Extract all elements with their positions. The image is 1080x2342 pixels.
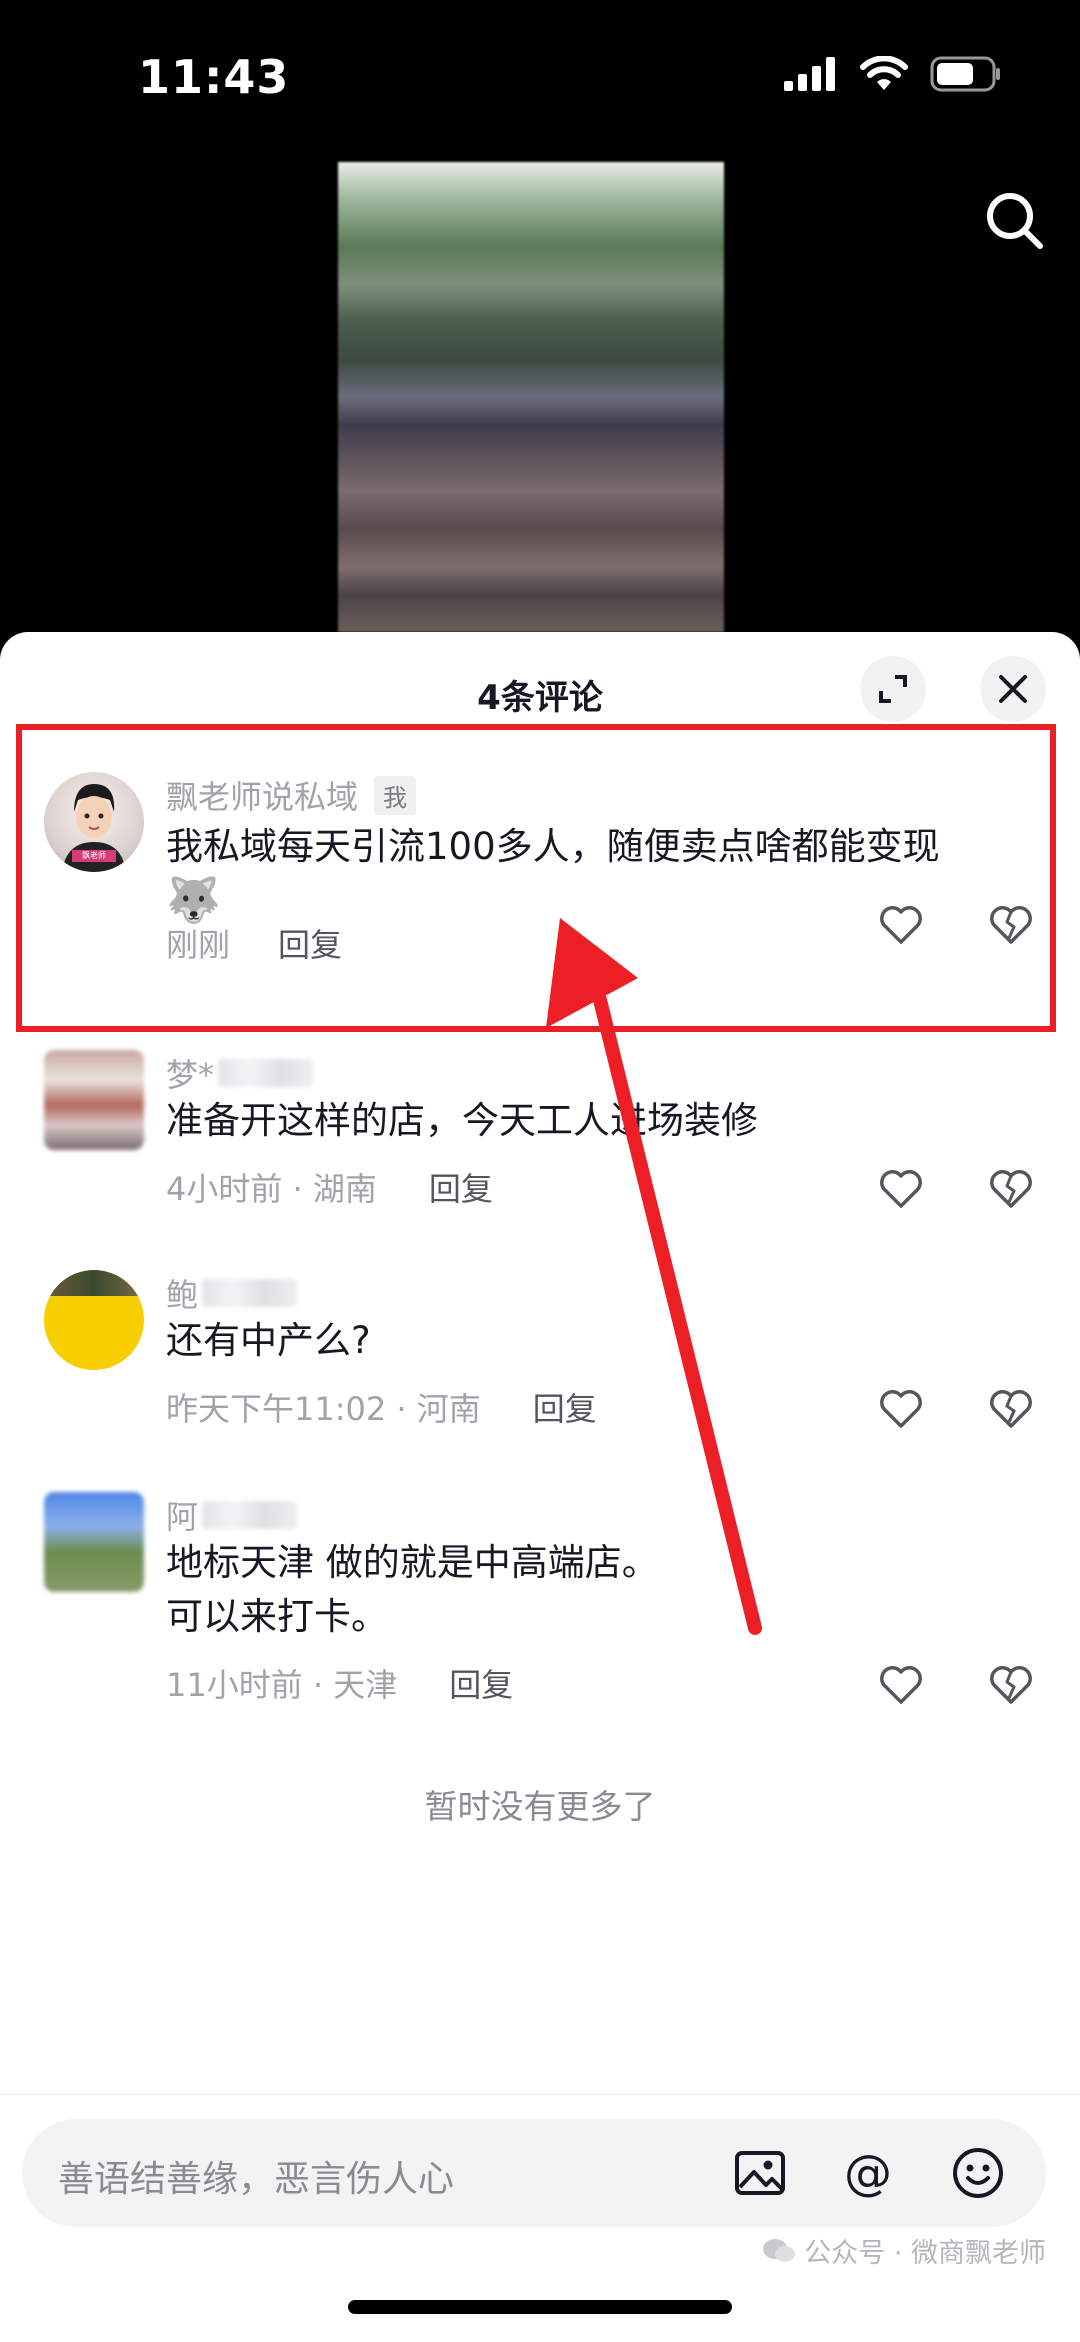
wechat-icon	[763, 2238, 796, 2262]
dislike-broken-heart-icon[interactable]	[986, 1660, 1036, 1710]
blurred-username	[202, 1501, 298, 1529]
username-text[interactable]: 梦*	[166, 1050, 214, 1096]
wifi-icon	[860, 56, 908, 90]
comment-input-placeholder: 善语结善缘，恶言伤人心	[58, 2159, 455, 2200]
comment-text-line: 地标天津 做的就是中高端店。	[166, 1541, 659, 1584]
no-more-comments: 暂时没有更多了	[424, 1787, 656, 1826]
status-icons	[784, 56, 1002, 92]
battery-icon	[930, 56, 1000, 92]
blurred-username	[202, 1279, 298, 1307]
comment-username[interactable]: 梦*	[166, 1050, 314, 1096]
reply-button[interactable]: 回复	[429, 1164, 493, 1210]
comment-text: 地标天津 做的就是中高端店。 可以来打卡。	[166, 1536, 1046, 1644]
comment-text-line: 可以来打卡。	[166, 1595, 388, 1638]
expand-button[interactable]	[860, 656, 926, 722]
search-button[interactable]	[980, 186, 1050, 256]
avatar[interactable]	[44, 1492, 144, 1592]
comment-meta: 昨天下午11:02 · 河南 回复	[166, 1384, 597, 1430]
dislike-broken-heart-icon[interactable]	[986, 1384, 1036, 1434]
expand-icon	[879, 675, 907, 703]
comment-text: 还有中产么?	[166, 1319, 371, 1362]
status-time: 11:43	[138, 50, 290, 104]
username-text[interactable]: 鲍	[166, 1270, 198, 1316]
reply-button[interactable]: 回复	[449, 1660, 513, 1706]
status-bar: 11:43	[0, 0, 1080, 150]
signal-icon	[784, 57, 835, 91]
search-icon	[987, 193, 1043, 249]
comment-username[interactable]: 阿	[166, 1492, 298, 1538]
comment-input[interactable]: 善语结善缘，恶言伤人心 @	[22, 2119, 1046, 2227]
avatar[interactable]	[44, 1050, 144, 1150]
avatar[interactable]	[44, 1270, 144, 1370]
svg-text:@: @	[844, 2145, 892, 2201]
like-heart-icon[interactable]	[876, 1164, 926, 1214]
avatar-top-strip	[44, 1270, 144, 1296]
comment-time: 4小时前 · 湖南	[166, 1170, 377, 1208]
comment-text: 准备开这样的店，今天工人进场装修	[166, 1099, 758, 1142]
reply-button[interactable]: 回复	[533, 1384, 597, 1430]
mention-icon[interactable]: @	[840, 2145, 896, 2201]
image-icon[interactable]	[732, 2145, 788, 2201]
comment-meta: 11小时前 · 天津 回复	[166, 1660, 513, 1706]
close-icon	[999, 675, 1027, 703]
username-text[interactable]: 阿	[166, 1492, 198, 1538]
close-button[interactable]	[980, 656, 1046, 722]
comment-username[interactable]: 鲍	[166, 1270, 298, 1316]
comment-time: 昨天下午11:02 · 河南	[166, 1390, 481, 1428]
like-heart-icon[interactable]	[876, 1660, 926, 1710]
like-heart-icon[interactable]	[876, 1384, 926, 1434]
home-indicator[interactable]	[348, 2300, 732, 2314]
highlight-box	[16, 724, 1056, 1032]
comment-meta: 4小时前 · 湖南 回复	[166, 1164, 493, 1210]
watermark-text: 公众号 · 微商飘老师	[804, 2238, 1046, 2269]
watermark: 公众号 · 微商飘老师	[762, 2231, 1046, 2270]
video-thumbnail[interactable]	[338, 162, 724, 632]
comment-time: 11小时前 · 天津	[166, 1666, 398, 1704]
blurred-username	[218, 1059, 314, 1087]
emoji-icon[interactable]	[950, 2145, 1006, 2201]
dislike-broken-heart-icon[interactable]	[986, 1164, 1036, 1214]
